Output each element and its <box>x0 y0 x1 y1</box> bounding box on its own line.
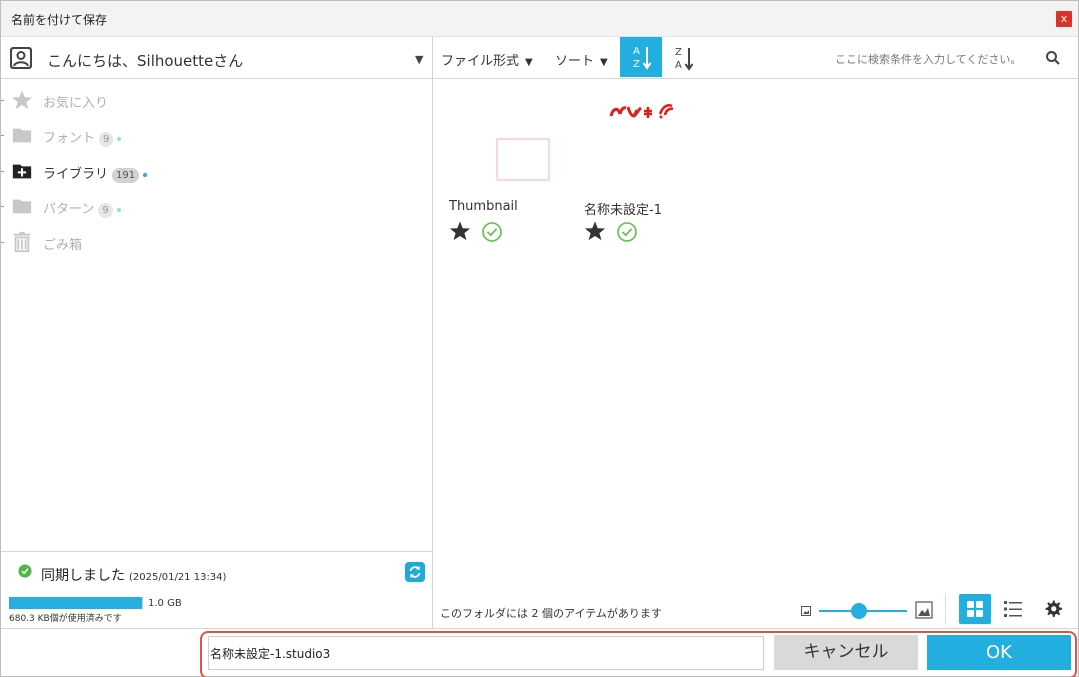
svg-text:A: A <box>675 60 682 71</box>
search-icon[interactable] <box>1045 50 1061 66</box>
storage-bar <box>9 597 143 609</box>
sort-dropdown[interactable]: ソート ▼ <box>555 50 608 69</box>
content-panel: ファイル形式 ▼ ソート ▼ A Z Z A ここに検索条件を入力してください。 <box>433 37 1078 628</box>
item-count-badge: 9 <box>99 132 114 147</box>
tree-item-library[interactable]: ライブラリ 191 <box>1 158 432 186</box>
thumbnail-label: Thumbnail <box>449 199 518 214</box>
thumbnail-item[interactable]: Thumbnail <box>433 80 553 242</box>
content-footer: このフォルダには 2 個のアイテムがあります <box>433 590 1078 628</box>
tree-connector <box>1 242 4 243</box>
refresh-icon[interactable] <box>405 562 425 582</box>
storage-total: 1.0 GB <box>148 598 182 609</box>
thumbnail-image <box>496 138 550 181</box>
sync-status: 同期しました <box>41 568 125 584</box>
tree-item-label: フォント <box>43 131 96 146</box>
list-view-icon[interactable] <box>1003 599 1023 619</box>
check-circle-icon <box>18 564 32 578</box>
folder-icon <box>12 128 32 143</box>
user-header[interactable]: こんにちは、Silhouetteさん ▼ <box>1 37 432 79</box>
search-input[interactable]: ここに検索条件を入力してください。 <box>835 51 1021 67</box>
item-count-text: このフォルダには 2 個のアイテムがあります <box>440 607 662 620</box>
star-icon <box>11 90 33 110</box>
sync-dot <box>117 136 122 141</box>
sort-descending-icon[interactable]: Z A <box>669 41 699 75</box>
title-bar: 名前を付けて保存 x <box>1 1 1078 37</box>
sort-label: ソート <box>555 54 595 69</box>
tree-item-fonts[interactable]: フォント 9 <box>1 122 432 150</box>
tree-item-label: パターン <box>43 202 95 217</box>
close-button[interactable]: x <box>1056 11 1072 27</box>
trash-icon <box>13 231 31 253</box>
item-count-badge: 191 <box>112 168 140 183</box>
tree-connector <box>1 206 4 207</box>
tree-item-favorites[interactable]: お気に入り <box>1 87 432 115</box>
tree-item-label: お気に入り <box>43 96 109 111</box>
ok-button[interactable]: OK <box>927 635 1071 670</box>
tree-item-label: ごみ箱 <box>43 238 83 253</box>
save-bar: キャンセル OK <box>1 628 1078 677</box>
chevron-down-icon[interactable]: ▼ <box>415 53 423 66</box>
grid-view-icon[interactable] <box>959 594 991 624</box>
storage-bar-fill <box>9 597 142 609</box>
synced-check-icon <box>482 222 502 242</box>
tree-item-trash[interactable]: ごみ箱 <box>1 229 432 257</box>
svg-text:A: A <box>633 46 640 57</box>
svg-text:Z: Z <box>633 59 640 70</box>
tree-item-patterns[interactable]: パターン 9 <box>1 193 432 221</box>
tree-connector <box>1 171 4 172</box>
tree-connector <box>1 135 4 136</box>
dialog-title: 名前を付けて保存 <box>11 13 108 27</box>
tree-item-label: ライブラリ <box>43 167 109 182</box>
image-small-icon <box>801 606 811 616</box>
item-count-badge: 9 <box>98 203 113 218</box>
user-greeting: こんにちは、Silhouetteさん <box>47 52 244 70</box>
library-panel: こんにちは、Silhouetteさん ▼ お気に入り フォント 9 ライブラリ … <box>1 37 433 628</box>
star-icon[interactable] <box>584 220 606 242</box>
synced-check-icon <box>617 222 637 242</box>
svg-text:Z: Z <box>675 47 682 58</box>
sync-status-area: 同期しました (2025/01/21 13:34) 1.0 GB 680.3 KB… <box>1 551 432 628</box>
save-as-dialog: 名前を付けて保存 x こんにちは、Silhouetteさん ▼ お気に入り フォ… <box>0 0 1079 677</box>
thumbnail-label: 名称未設定-1 <box>584 203 662 218</box>
sync-dot <box>116 207 121 212</box>
user-icon <box>10 47 32 69</box>
star-icon[interactable] <box>449 220 471 242</box>
sync-dot <box>143 172 148 177</box>
toolbar: ファイル形式 ▼ ソート ▼ A Z Z A ここに検索条件を入力してください。 <box>433 37 1078 79</box>
storage-used: 680.3 KB個が使用済みです <box>9 614 122 624</box>
folder-icon <box>12 199 32 214</box>
image-large-icon <box>915 601 933 619</box>
divider <box>945 594 946 624</box>
thumbnail-grid: Thumbnail 名称未設定-1 <box>433 80 1078 570</box>
zoom-slider-handle[interactable] <box>850 603 867 619</box>
sync-timestamp: (2025/01/21 13:34) <box>129 572 227 583</box>
file-type-label: ファイル形式 <box>441 54 520 69</box>
gear-icon[interactable] <box>1043 599 1063 619</box>
sort-ascending-icon[interactable]: A Z <box>620 37 662 77</box>
chevron-down-icon: ▼ <box>525 57 533 68</box>
file-type-dropdown[interactable]: ファイル形式 ▼ <box>441 50 533 69</box>
folder-add-icon <box>12 164 32 179</box>
thumbnail-item[interactable]: 名称未設定-1 <box>568 80 688 242</box>
chevron-down-icon: ▼ <box>600 57 608 68</box>
thumbnail-image <box>609 103 674 119</box>
filename-input[interactable] <box>208 636 764 670</box>
cancel-button[interactable]: キャンセル <box>774 635 918 670</box>
tree-connector <box>1 100 4 101</box>
